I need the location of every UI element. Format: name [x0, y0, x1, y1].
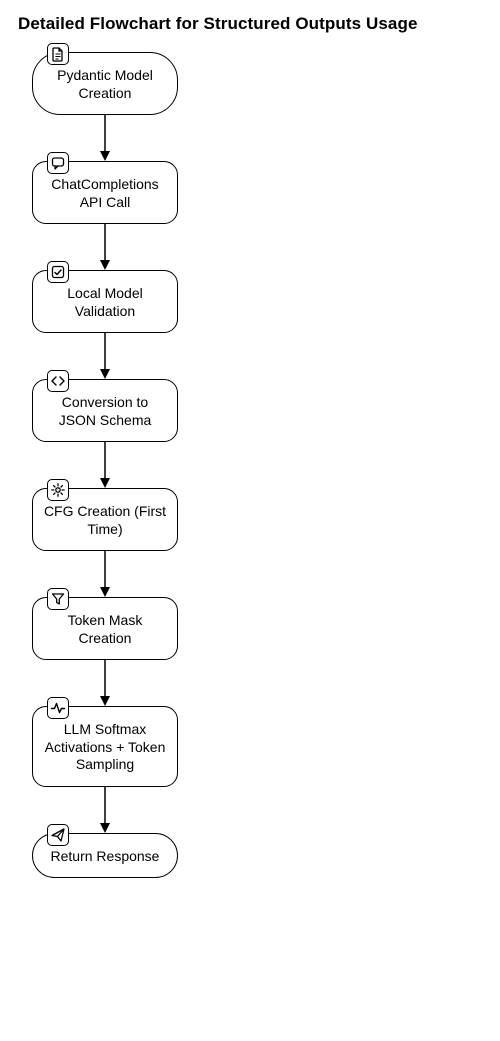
flow-node-label: ChatCompletions API Call	[43, 176, 167, 211]
gear-icon	[47, 479, 69, 501]
flow-node: LLM Softmax Activations + Token Sampling	[32, 706, 178, 787]
flow-node: Local Model Validation	[32, 270, 178, 333]
flow-node-label: Local Model Validation	[43, 285, 167, 320]
flow-node: ChatCompletions API Call	[32, 161, 178, 224]
file-icon	[47, 43, 69, 65]
flow-node: Conversion to JSON Schema	[32, 379, 178, 442]
chat-icon	[47, 152, 69, 174]
filter-icon	[47, 588, 69, 610]
flow-node-label: CFG Creation (First Time)	[43, 503, 167, 538]
code-icon	[47, 370, 69, 392]
page-title: Detailed Flowchart for Structured Output…	[18, 14, 482, 34]
flow-node-label: LLM Softmax Activations + Token Sampling	[43, 721, 167, 774]
activity-icon	[47, 697, 69, 719]
flow-node: Token Mask Creation	[32, 597, 178, 660]
send-icon	[47, 824, 69, 846]
flow-node-label: Return Response	[43, 848, 167, 866]
check-icon	[47, 261, 69, 283]
flowchart: Pydantic Model Creation ChatCompletions …	[32, 52, 182, 878]
flow-node: Return Response	[32, 833, 178, 879]
flow-node-label: Pydantic Model Creation	[43, 67, 167, 102]
flow-node: CFG Creation (First Time)	[32, 488, 178, 551]
flow-node-label: Token Mask Creation	[43, 612, 167, 647]
flow-node: Pydantic Model Creation	[32, 52, 178, 115]
flow-node-label: Conversion to JSON Schema	[43, 394, 167, 429]
